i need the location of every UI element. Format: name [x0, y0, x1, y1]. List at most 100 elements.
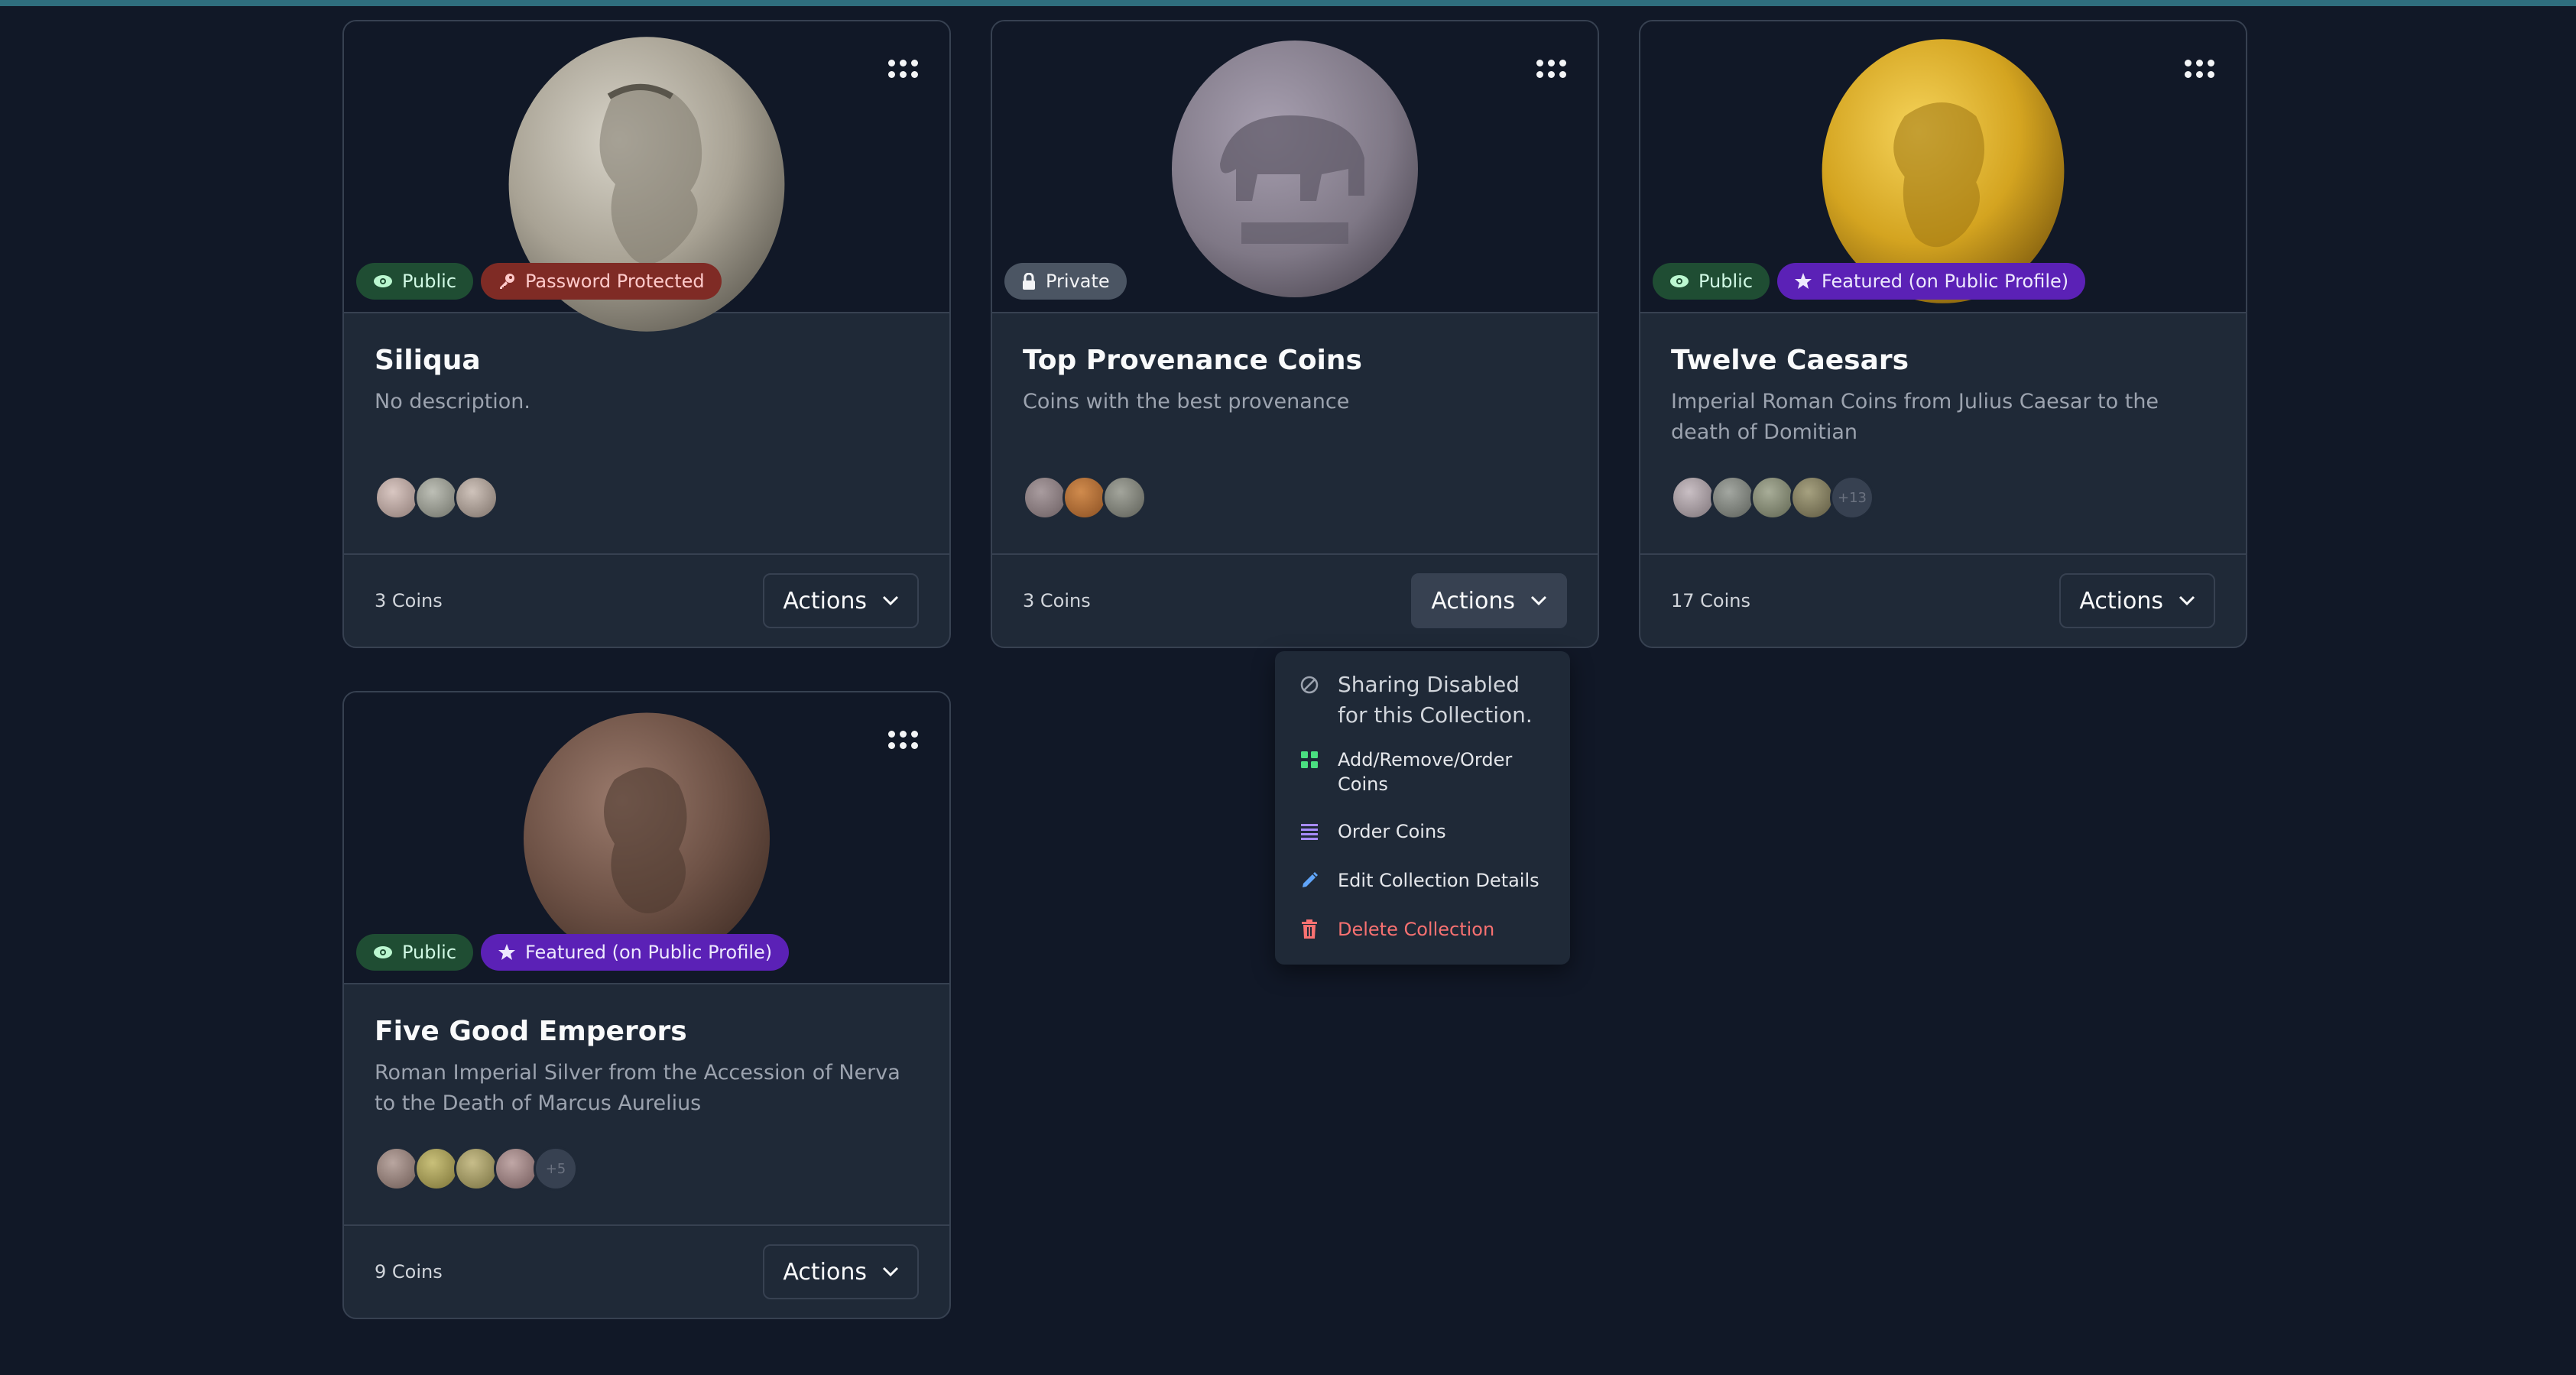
collection-title[interactable]: Siliqua — [375, 344, 919, 378]
actions-button[interactable]: Actions — [1411, 573, 1567, 628]
more-options-icon[interactable] — [1535, 54, 1569, 87]
coin-thumbnail — [454, 475, 498, 520]
menu-item-label: Add/Remove/Order Coins — [1338, 749, 1513, 795]
coin-thumbnail — [414, 475, 459, 520]
coin-thumbnail — [1102, 475, 1147, 520]
card-footer: 9 Coins Actions — [344, 1224, 949, 1318]
featured-badge: Featured (on Public Profile) — [1777, 263, 2086, 300]
collection-cover[interactable]: Public Featured (on Public Profile) — [1640, 21, 2246, 313]
actions-button[interactable]: Actions — [763, 573, 919, 628]
badge-label: Featured (on Public Profile) — [1822, 271, 2069, 292]
coin-thumbnail — [1750, 475, 1795, 520]
more-coins-indicator: +5 — [534, 1146, 578, 1191]
menu-item-add-remove-order-coins[interactable]: Add/Remove/Order Coins — [1275, 747, 1570, 796]
actions-label: Actions — [783, 1258, 867, 1286]
card-body: Twelve Caesars Imperial Roman Coins from… — [1640, 313, 2246, 553]
star-icon — [498, 944, 516, 960]
badge-row: Public Featured (on Public Profile) — [356, 934, 790, 971]
sharing-disabled-notice: Sharing Disabled for this Collection. — [1275, 670, 1570, 731]
coin-count: 17 Coins — [1671, 590, 1750, 611]
coin-thumbnail — [414, 1146, 459, 1191]
coin-thumbnail — [1063, 475, 1107, 520]
badge-row: Public Featured (on Public Profile) — [1653, 263, 2086, 300]
menu-item-delete-collection[interactable]: Delete Collection — [1275, 917, 1570, 942]
lock-icon — [1023, 273, 1035, 290]
coin-thumbnails: +13 — [1671, 475, 1874, 520]
collection-description: Coins with the best provenance — [1023, 390, 1350, 413]
coin-thumbnail — [375, 1146, 419, 1191]
star-icon — [1795, 273, 1812, 289]
menu-item-label: Edit Collection Details — [1338, 870, 1539, 891]
collection-card-twelve-caesars: Public Featured (on Public Profile) Twel… — [1639, 20, 2247, 648]
top-accent-bar — [0, 0, 2576, 6]
collection-description: No description. — [375, 390, 531, 413]
collection-title[interactable]: Twelve Caesars — [1671, 344, 2215, 378]
coin-cover-image — [524, 712, 770, 965]
more-coins-indicator: +13 — [1830, 475, 1874, 520]
eye-icon — [1670, 275, 1689, 287]
coin-thumbnail — [1671, 475, 1715, 520]
badge-label: Password Protected — [525, 271, 705, 292]
password-protected-badge: Password Protected — [481, 263, 722, 300]
list-icon — [1301, 824, 1318, 840]
menu-item-order-coins[interactable]: Order Coins — [1275, 819, 1570, 844]
collection-card-five-good-emperors: Public Featured (on Public Profile) Five… — [342, 691, 951, 1319]
coin-thumbnail — [1711, 475, 1755, 520]
badge-label: Public — [402, 271, 457, 292]
collection-cover[interactable]: Public Featured (on Public Profile) — [344, 692, 949, 984]
coin-cover-image — [1172, 41, 1418, 297]
collection-cover[interactable]: Private — [992, 21, 1598, 313]
collection-card-siliqua: Public Password Protected Siliqua No des… — [342, 20, 951, 648]
actions-label: Actions — [2079, 587, 2163, 615]
coin-thumbnails — [375, 475, 498, 520]
collection-title[interactable]: Top Provenance Coins — [1023, 344, 1567, 378]
more-options-icon[interactable] — [2183, 54, 2217, 87]
coin-thumbnail — [375, 475, 419, 520]
public-badge: Public — [356, 263, 474, 300]
grid-icon — [1301, 751, 1318, 768]
card-body: Top Provenance Coins Coins with the best… — [992, 313, 1598, 553]
card-body: Siliqua No description. — [344, 313, 949, 553]
actions-button[interactable]: Actions — [2059, 573, 2215, 628]
actions-button[interactable]: Actions — [763, 1244, 919, 1299]
card-footer: 17 Coins Actions — [1640, 553, 2246, 647]
coin-thumbnails — [1023, 475, 1147, 520]
coin-thumbnail — [494, 1146, 538, 1191]
chevron-down-icon — [1530, 595, 1547, 606]
card-footer: 3 Coins Actions — [992, 553, 1598, 647]
badge-row: Private — [1004, 263, 1127, 300]
key-icon — [500, 274, 515, 289]
disabled-icon — [1300, 676, 1319, 694]
card-footer: 3 Coins Actions — [344, 553, 949, 647]
eye-icon — [374, 946, 392, 958]
coin-thumbnail — [454, 1146, 498, 1191]
menu-item-edit-collection-details[interactable]: Edit Collection Details — [1275, 868, 1570, 893]
coin-thumbnail — [1790, 475, 1835, 520]
collection-cover[interactable]: Public Password Protected — [344, 21, 949, 332]
chevron-down-icon — [2179, 595, 2195, 606]
coin-count: 3 Coins — [1023, 590, 1091, 611]
badge-label: Private — [1046, 271, 1110, 292]
actions-dropdown-menu: Sharing Disabled for this Collection. Ad… — [1275, 651, 1570, 965]
more-options-icon[interactable] — [887, 54, 920, 87]
menu-item-label: Order Coins — [1338, 821, 1446, 842]
badge-label: Featured (on Public Profile) — [525, 942, 773, 963]
badge-label: Public — [402, 942, 457, 963]
trash-icon — [1302, 919, 1317, 939]
card-body: Five Good Emperors Roman Imperial Silver… — [344, 984, 949, 1224]
more-options-icon[interactable] — [887, 725, 920, 758]
pencil-icon — [1303, 872, 1318, 887]
coin-thumbnail — [1023, 475, 1067, 520]
collection-card-top-provenance: Private Top Provenance Coins Coins with … — [991, 20, 1599, 648]
collection-description: Roman Imperial Silver from the Accession… — [375, 1061, 900, 1115]
chevron-down-icon — [882, 595, 899, 606]
public-badge: Public — [1653, 263, 1770, 300]
coin-count: 3 Coins — [375, 590, 443, 611]
actions-label: Actions — [783, 587, 867, 615]
eye-icon — [374, 275, 392, 287]
menu-item-label: Delete Collection — [1338, 919, 1495, 940]
badge-label: Public — [1698, 271, 1754, 292]
collection-title[interactable]: Five Good Emperors — [375, 1015, 919, 1049]
sharing-disabled-text: Sharing Disabled for this Collection. — [1338, 672, 1533, 728]
collection-description: Imperial Roman Coins from Julius Caesar … — [1671, 390, 2159, 444]
